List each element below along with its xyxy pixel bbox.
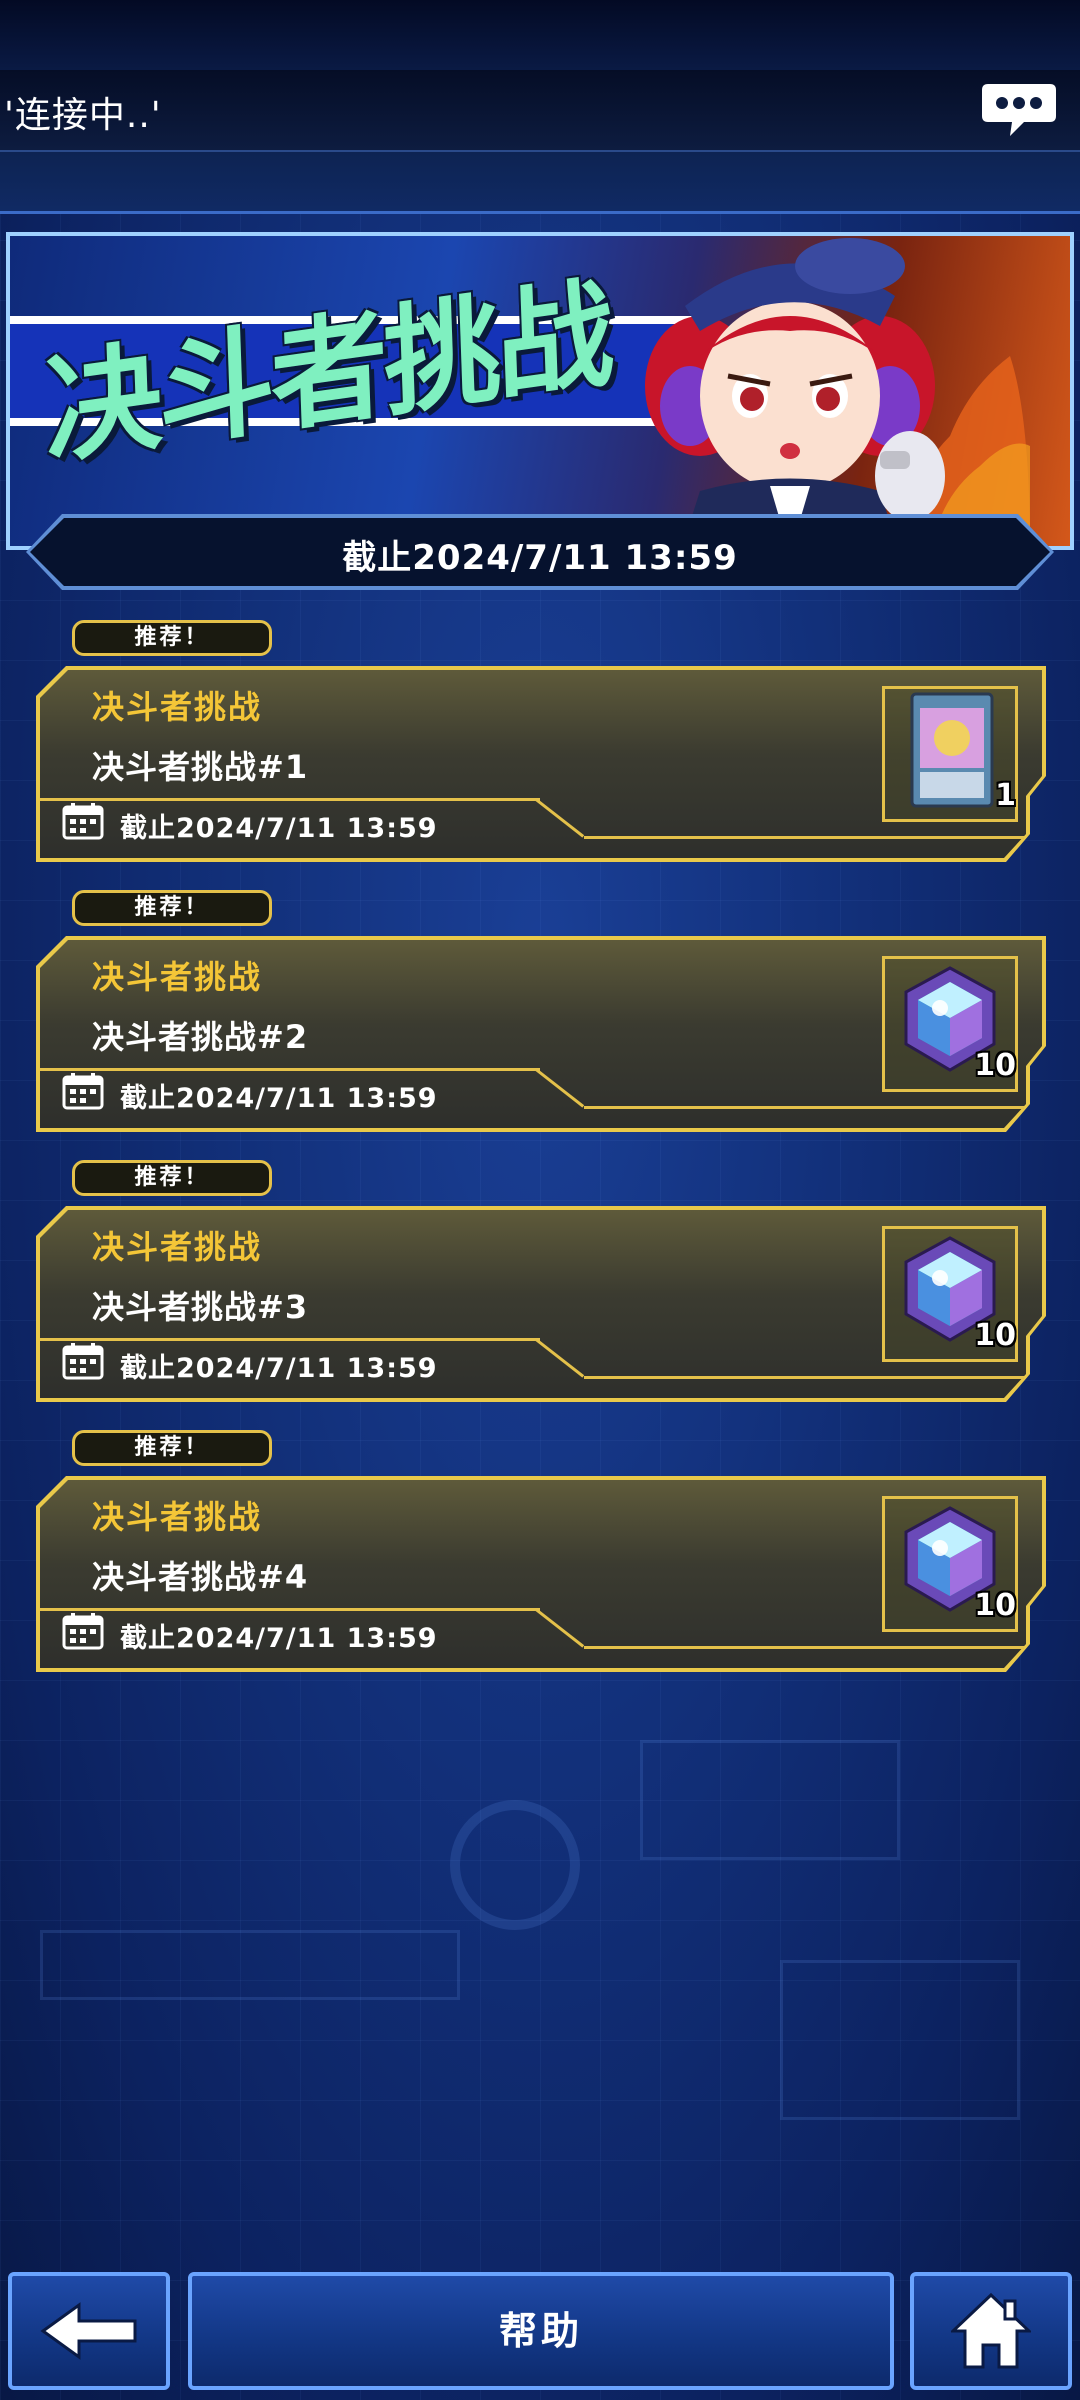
recommended-badge: 推荐！: [72, 620, 272, 656]
calendar-icon: [62, 1613, 104, 1650]
calendar-icon: [62, 803, 104, 840]
event-card[interactable]: 推荐！ 决斗者挑战 决斗者挑战#1 截止2024/7/11 13:59 1: [36, 620, 1046, 860]
header-subbar: [0, 152, 1080, 214]
card-divider: [584, 1376, 1024, 1379]
card-divider: [584, 1646, 1024, 1649]
arrow-left-icon: [40, 2302, 137, 2360]
card-divider: [40, 1338, 540, 1341]
event-category: 决斗者挑战: [92, 958, 263, 996]
background-circuit: [40, 1930, 460, 2000]
card-icon: [910, 692, 994, 808]
reward-count: 10: [974, 1048, 1016, 1083]
event-title: 决斗者挑战#4: [92, 1558, 309, 1596]
event-card[interactable]: 推荐！ 决斗者挑战 决斗者挑战#4 截止2024/7/11 13:59 10: [36, 1430, 1046, 1670]
card-divider: [40, 1068, 540, 1071]
event-banner: 决斗者挑战: [6, 232, 1074, 550]
connecting-status-text: '连接中..': [4, 95, 162, 136]
bottom-navigation: 帮助: [0, 2268, 1080, 2400]
home-button[interactable]: [910, 2272, 1072, 2390]
background-circuit: [780, 1960, 1020, 2120]
calendar-icon: [62, 1343, 104, 1380]
chat-bubble-icon: [982, 84, 1056, 136]
connection-bar: '连接中..': [0, 70, 1080, 152]
home-icon: [951, 2292, 1031, 2369]
recommended-badge: 推荐！: [72, 1160, 272, 1196]
event-card[interactable]: 推荐！ 决斗者挑战 决斗者挑战#3 截止2024/7/11 13:59 10: [36, 1160, 1046, 1400]
event-deadline: 截止2024/7/11 13:59: [120, 1083, 438, 1114]
event-title: 决斗者挑战#1: [92, 748, 309, 786]
event-deadline: 截止2024/7/11 13:59: [120, 1353, 438, 1384]
help-button[interactable]: 帮助: [188, 2272, 894, 2390]
help-button-label: 帮助: [498, 2309, 583, 2353]
calendar-icon: [62, 1073, 104, 1110]
event-title: 决斗者挑战#2: [92, 1018, 309, 1056]
event-deadline: 截止2024/7/11 13:59: [120, 813, 438, 844]
card-divider: [40, 1608, 540, 1611]
reward-count: 1: [995, 778, 1016, 813]
card-divider: [584, 836, 1024, 839]
status-strip: [0, 0, 1080, 70]
event-deadline: 截止2024/7/11 13:59: [120, 1623, 438, 1654]
recommended-badge: 推荐！: [72, 890, 272, 926]
character-illustration: [645, 238, 1030, 546]
recommended-badge: 推荐！: [72, 1430, 272, 1466]
banner-title: 决斗者挑战: [42, 262, 613, 482]
background-gear: [450, 1800, 580, 1930]
event-category: 决斗者挑战: [92, 688, 263, 726]
back-button[interactable]: [8, 2272, 170, 2390]
event-card[interactable]: 推荐！ 决斗者挑战 决斗者挑战#2 截止2024/7/11 13:59 10: [36, 890, 1046, 1130]
card-divider: [584, 1106, 1024, 1109]
event-category: 决斗者挑战: [92, 1228, 263, 1266]
event-title: 决斗者挑战#3: [92, 1288, 309, 1326]
event-category: 决斗者挑战: [92, 1498, 263, 1536]
card-divider: [40, 798, 540, 801]
banner-deadline: 截止2024/7/11 13:59: [342, 538, 738, 578]
reward-count: 10: [974, 1318, 1016, 1353]
background-circuit: [640, 1740, 900, 1860]
chat-button[interactable]: [980, 82, 1058, 138]
reward-count: 10: [974, 1588, 1016, 1623]
